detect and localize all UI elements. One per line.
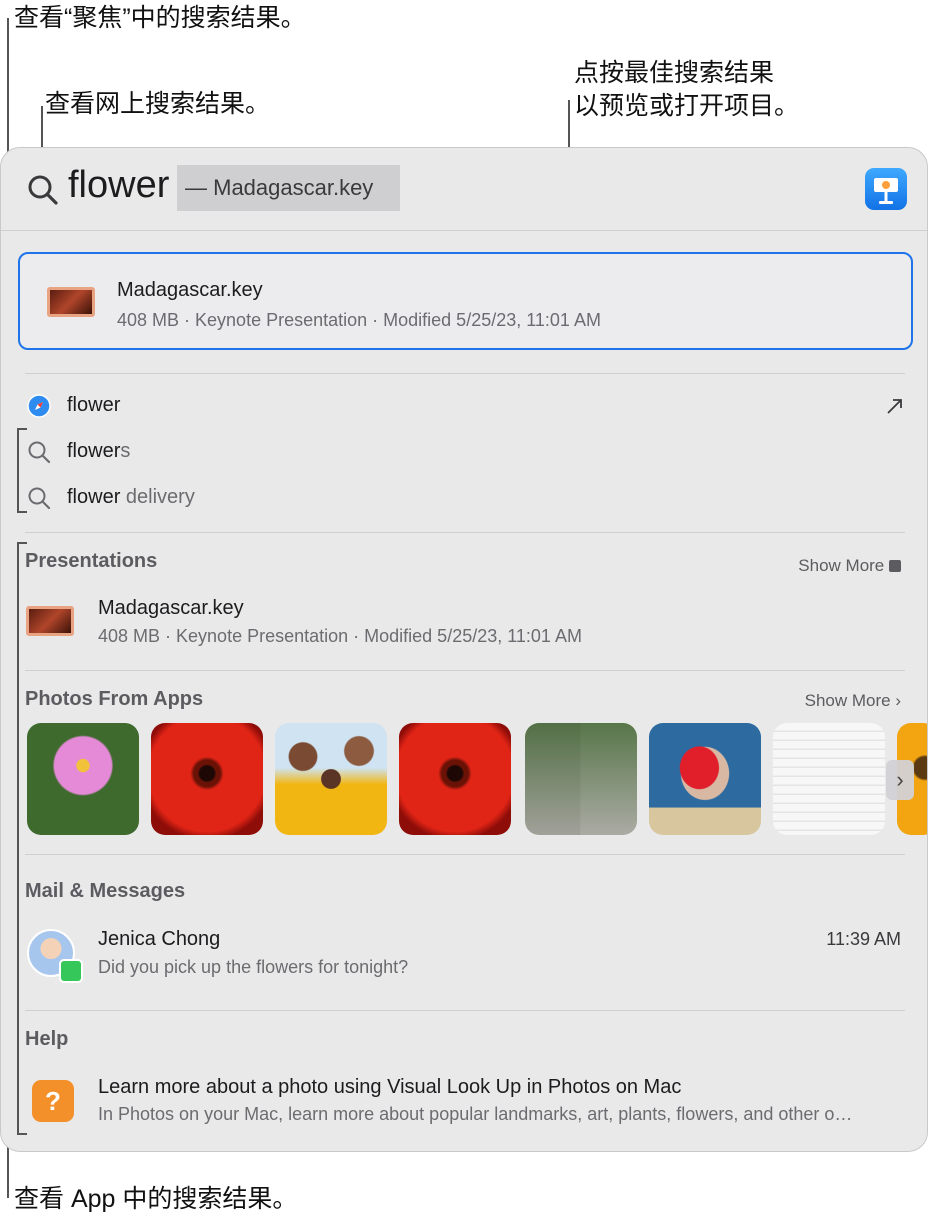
keynote-icon [865, 168, 907, 210]
bracket-web-bottom [17, 511, 27, 513]
message-preview: Did you pick up the flowers for tonight? [98, 957, 409, 977]
search-completion: — Madagascar.key [177, 165, 400, 211]
presentation-item[interactable]: Madagascar.key 408 MB · Keynote Presenta… [25, 593, 905, 649]
callout-app-results: 查看 App 中的搜索结果。 [14, 1185, 298, 1213]
messages-badge-icon [59, 959, 83, 983]
bracket-apps-bottom [17, 1133, 27, 1135]
show-more-photos[interactable]: Show More › [805, 691, 901, 711]
keynote-thumbnail [47, 287, 95, 317]
suggestion-flower-delivery[interactable]: flower delivery [25, 478, 905, 518]
spotlight-panel: flower — Madagascar.key Madagascar.key 4… [0, 147, 928, 1152]
divider [25, 532, 905, 533]
suggestion-web-flower[interactable]: flower [25, 386, 905, 426]
search-icon [28, 175, 58, 205]
show-more-presentations[interactable]: Show More [798, 556, 901, 576]
section-title-mail: Mail & Messages [25, 880, 186, 902]
bracket-apps-top [17, 542, 27, 544]
presentation-title: Madagascar.key [98, 597, 244, 619]
pink-cosmos-photo[interactable] [27, 723, 139, 835]
callout-spotlight: 查看“聚焦”中的搜索结果。 [14, 4, 306, 32]
top-hit-subtitle: 408 MB · Keynote Presentation · Modified… [117, 310, 601, 330]
safari-icon [27, 394, 51, 418]
section-title-photos: Photos From Apps [25, 688, 204, 710]
search-query[interactable]: flower [68, 164, 169, 207]
callout-top-hit-1: 点按最佳搜索结果 [574, 59, 775, 87]
section-title-help: Help [25, 1028, 69, 1050]
divider [25, 1010, 905, 1011]
search-bar[interactable]: flower — Madagascar.key [1, 148, 927, 230]
presentation-subtitle: 408 MB · Keynote Presentation · Modified… [98, 626, 582, 646]
top-hit-title: Madagascar.key [117, 279, 263, 301]
suggestion-label: flower [67, 394, 121, 416]
suggestion-label: flowers [67, 440, 131, 462]
red-gerbera-photo[interactable] [399, 723, 511, 835]
friends-sunflowers-photo[interactable] [275, 723, 387, 835]
divider [25, 373, 905, 374]
divider [25, 670, 905, 671]
keynote-thumbnail [26, 606, 74, 636]
suggestion-flowers[interactable]: flowers [25, 432, 905, 472]
bracket-web-top [17, 428, 27, 430]
help-question-icon: ? [32, 1080, 74, 1122]
search-icon [28, 487, 51, 510]
suggestion-label: flower delivery [67, 486, 195, 508]
help-item-subtitle: In Photos on your Mac, learn more about … [98, 1104, 853, 1124]
top-hit-item[interactable]: Madagascar.key 408 MB · Keynote Presenta… [18, 252, 913, 350]
scroll-right-button[interactable]: › [886, 760, 914, 800]
red-gerbera-photo[interactable] [151, 723, 263, 835]
document-screenshot[interactable] [773, 723, 885, 835]
callout-web: 查看网上搜索结果。 [45, 90, 271, 118]
interior-collage-photo[interactable] [525, 723, 637, 835]
divider [25, 854, 905, 855]
search-icon [28, 441, 51, 464]
message-time: 11:39 AM [826, 929, 901, 949]
search-divider [1, 230, 927, 231]
section-title-presentations: Presentations [25, 550, 158, 572]
bracket-web [17, 428, 19, 512]
open-app-icon [889, 560, 901, 572]
message-sender: Jenica Chong [98, 928, 221, 950]
person-anthurium-photo[interactable] [649, 723, 761, 835]
bracket-apps [17, 542, 19, 1134]
help-item-title: Learn more about a photo using Visual Lo… [98, 1076, 682, 1098]
callout-top-hit-2: 以预览或打开项目。 [574, 92, 800, 120]
open-arrow-icon[interactable] [885, 396, 905, 416]
